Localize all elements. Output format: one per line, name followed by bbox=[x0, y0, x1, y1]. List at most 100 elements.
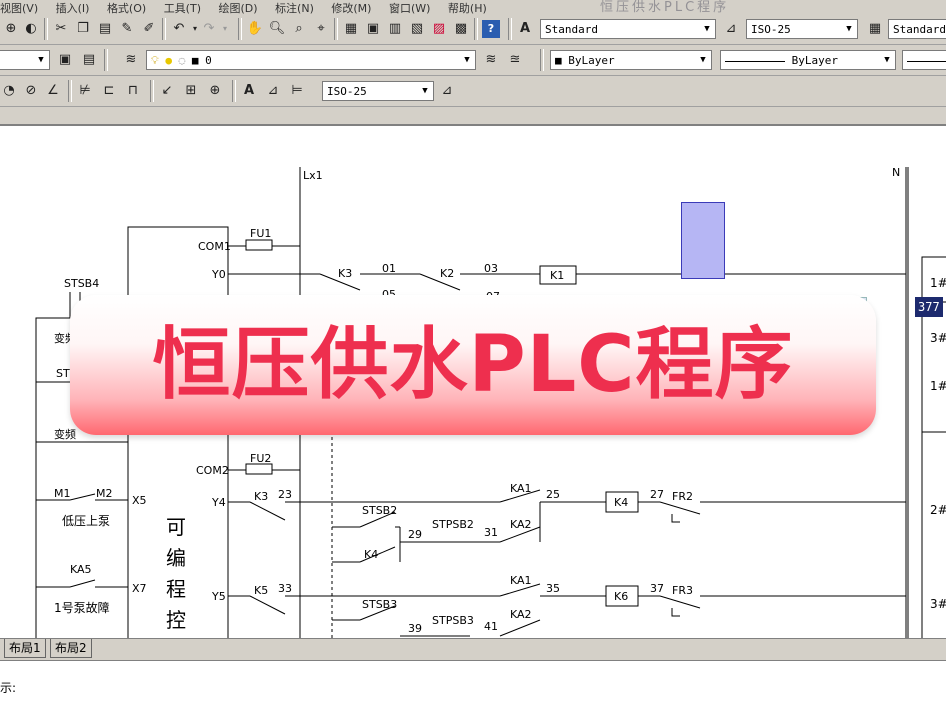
lineweight-select[interactable] bbox=[902, 50, 946, 70]
stsb4-label: STSB4 bbox=[64, 277, 99, 290]
title-banner: 恒压供水PLC程序 bbox=[70, 295, 876, 435]
dim-edit-icon[interactable]: A bbox=[240, 82, 258, 100]
redo-dropdown-icon[interactable]: ▾ bbox=[216, 20, 234, 38]
dim-radius-icon[interactable]: ◔ bbox=[0, 82, 18, 100]
command-line[interactable]: 示: bbox=[0, 660, 946, 711]
layer-manager-icon[interactable]: ≋ bbox=[122, 51, 140, 69]
tolerance-icon[interactable]: ⊞ bbox=[182, 82, 200, 100]
text-style-icon[interactable]: A bbox=[516, 20, 534, 38]
help-icon[interactable]: ? bbox=[482, 20, 500, 38]
properties-icon[interactable]: ▦ bbox=[342, 20, 360, 38]
wire-41-label: 41 bbox=[484, 620, 498, 633]
paste-icon[interactable]: ▤ bbox=[96, 20, 114, 38]
pan-icon[interactable]: ⊕ bbox=[2, 20, 20, 38]
plc-title-4: 控 bbox=[166, 608, 186, 632]
match-properties-icon[interactable]: ✎ bbox=[118, 20, 136, 38]
dynamic-input-field-2[interactable]: 377 bbox=[915, 297, 943, 317]
tab-layout2[interactable]: 布局2 bbox=[50, 639, 92, 658]
workspace-select[interactable]: ▼ bbox=[0, 50, 50, 70]
stpsb3-label: STPSB3 bbox=[432, 614, 474, 627]
dim-diameter-icon[interactable]: ⊘ bbox=[22, 82, 40, 100]
dim-text-edit-icon[interactable]: ⊿ bbox=[264, 82, 282, 100]
right-label-2: 2# bbox=[930, 503, 946, 517]
k3-contact-label-2: K3 bbox=[254, 490, 268, 503]
k5-contact-label: K5 bbox=[254, 584, 268, 597]
table-style-select[interactable]: Standard bbox=[888, 19, 946, 39]
realtime-pan-icon[interactable]: ✋ bbox=[246, 20, 264, 38]
bus-right-label: N bbox=[892, 166, 900, 179]
ka5-label: KA5 bbox=[70, 563, 92, 576]
dim-update-icon[interactable]: ⊨ bbox=[288, 82, 306, 100]
k2-contact-label: K2 bbox=[440, 267, 454, 280]
k4-coil-label: K4 bbox=[614, 496, 628, 509]
dim-continue-icon[interactable]: ⊓ bbox=[124, 82, 142, 100]
brush-icon[interactable]: ✐ bbox=[140, 20, 158, 38]
stsb3-label: STSB3 bbox=[362, 598, 397, 611]
plc-title-2: 编 bbox=[166, 546, 186, 570]
dimension-toolbar: ◔ ⊘ ∠ ⊭ ⊏ ⊓ ↙ ⊞ ⊕ A ⊿ ⊨ ISO-25 ▼ ⊿ bbox=[0, 76, 946, 107]
dim-style-icon[interactable]: ⊿ bbox=[722, 20, 740, 38]
cut-icon[interactable]: ✂ bbox=[52, 20, 70, 38]
text-style-select[interactable]: Standard ▼ bbox=[540, 19, 716, 39]
plc-title-1: 可 bbox=[166, 515, 186, 539]
quick-leader-icon[interactable]: ↙ bbox=[158, 82, 176, 100]
color-value: ByLayer bbox=[568, 54, 615, 67]
layers-toolbar: ▼ ▣ ▤ ≋ 💡︎ ● ◌ ■ 0 ▼ ≋ ≊ ■ ByLayer ▼ ByL… bbox=[0, 45, 946, 76]
tab-layout1[interactable]: 布局1 bbox=[4, 639, 46, 658]
zoom-window-icon[interactable]: ⌕ bbox=[290, 20, 308, 38]
make-current-icon[interactable]: ≋ bbox=[482, 51, 500, 69]
banner-title: 恒压供水PLC程序 bbox=[152, 320, 794, 410]
quick-dim-icon[interactable]: ⊭ bbox=[76, 82, 94, 100]
tool-palettes-icon[interactable]: ▥ bbox=[386, 20, 404, 38]
color-select[interactable]: ■ ByLayer ▼ bbox=[550, 50, 712, 70]
selection-rectangle[interactable] bbox=[681, 202, 725, 279]
stsb2-label: STSB2 bbox=[362, 504, 397, 517]
menu-bar: 视图(V) 插入(I) 格式(O) 工具(T) 绘图(D) 标注(N) 修改(M… bbox=[0, 0, 946, 15]
globe-icon[interactable]: ◐ bbox=[22, 20, 40, 38]
plc-title-3: 程 bbox=[166, 577, 186, 601]
copy-icon[interactable]: ❐ bbox=[74, 20, 92, 38]
markup-icon[interactable]: ▨ bbox=[430, 20, 448, 38]
chevron-down-icon: ▼ bbox=[700, 55, 706, 65]
zoom-previous-icon[interactable]: ⌖ bbox=[312, 20, 330, 38]
low-pressure-label: 低压上泵 bbox=[62, 514, 110, 528]
m2-label: M2 bbox=[96, 487, 113, 500]
bus-left-label: Lx1 bbox=[303, 169, 323, 182]
x7-label: X7 bbox=[132, 582, 147, 595]
zoom-realtime-icon[interactable]: 🔍︎ bbox=[268, 20, 286, 38]
wire-27-label: 27 bbox=[650, 488, 664, 501]
layer-on-icon: 💡︎ bbox=[151, 54, 159, 67]
layer-previous-icon[interactable]: ▤ bbox=[80, 51, 98, 69]
wire-31-label: 31 bbox=[484, 526, 498, 539]
center-mark-icon[interactable]: ⊕ bbox=[206, 82, 224, 100]
lineweight-sample bbox=[907, 60, 946, 62]
ka2-label-2: KA2 bbox=[510, 608, 532, 621]
wire-23-label: 23 bbox=[278, 488, 292, 501]
dim-baseline-icon[interactable]: ⊏ bbox=[100, 82, 118, 100]
layer-previous2-icon[interactable]: ≊ bbox=[506, 51, 524, 69]
dim-style-select[interactable]: ISO-25 ▼ bbox=[746, 19, 858, 39]
y0-label: Y0 bbox=[211, 268, 226, 281]
fu1-label: FU1 bbox=[250, 227, 271, 240]
text-style-value: Standard bbox=[545, 23, 598, 36]
ka1-label: KA1 bbox=[510, 482, 532, 495]
design-center-icon[interactable]: ▣ bbox=[364, 20, 382, 38]
dim-style-select-2[interactable]: ISO-25 ▼ bbox=[322, 81, 434, 101]
dim-angular-icon[interactable]: ∠ bbox=[44, 82, 62, 100]
wire-25-label: 25 bbox=[546, 488, 560, 501]
command-prompt: 示: bbox=[0, 681, 17, 695]
m1-label: M1 bbox=[54, 487, 71, 500]
layer-select[interactable]: 💡︎ ● ◌ ■ 0 ▼ bbox=[146, 50, 476, 70]
dim-style-manager-icon[interactable]: ⊿ bbox=[438, 82, 456, 100]
linetype-select[interactable]: ByLayer ▼ bbox=[720, 50, 896, 70]
layer-state-icon[interactable]: ▣ bbox=[56, 51, 74, 69]
right-label-1: 1# bbox=[930, 276, 946, 290]
sheet-set-icon[interactable]: ▧ bbox=[408, 20, 426, 38]
wire-29-label: 29 bbox=[408, 528, 422, 541]
table-style-icon[interactable]: ▦ bbox=[866, 20, 884, 38]
wire-03-label: 03 bbox=[484, 262, 498, 275]
chevron-down-icon: ▼ bbox=[38, 55, 44, 65]
calculator-icon[interactable]: ▩ bbox=[452, 20, 470, 38]
color-swatch: ■ bbox=[555, 54, 562, 67]
ka2-label: KA2 bbox=[510, 518, 532, 531]
